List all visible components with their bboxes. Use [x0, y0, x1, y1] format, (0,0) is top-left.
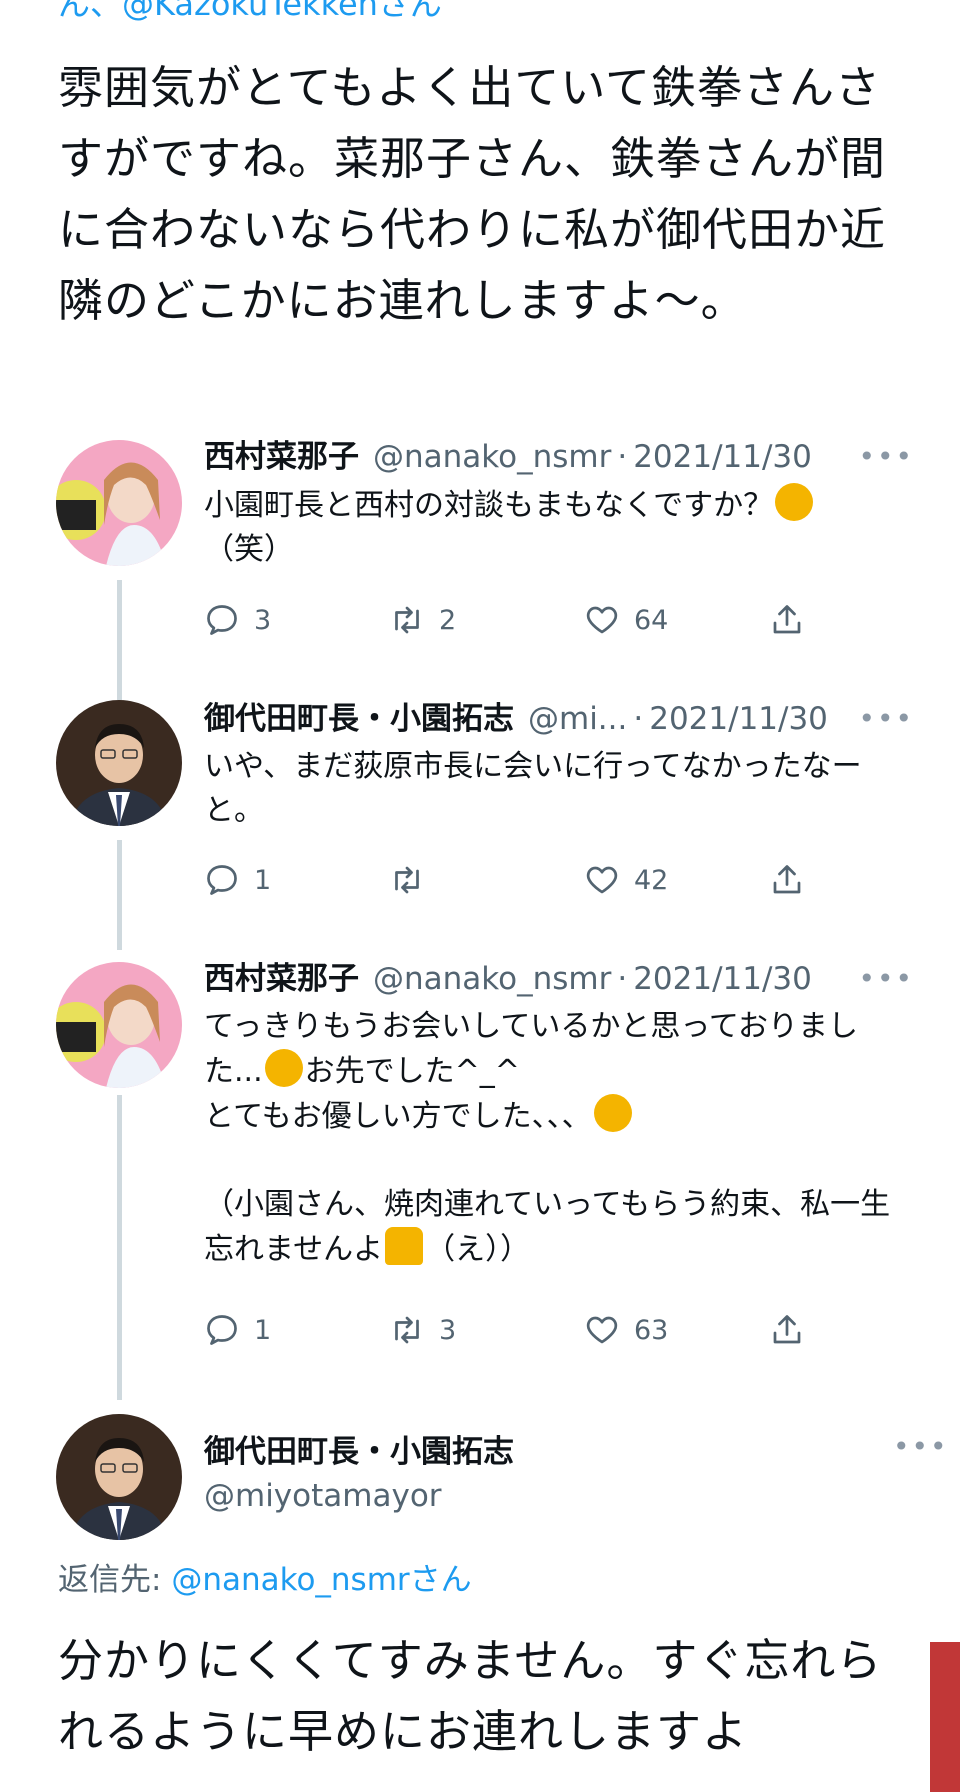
author-handle[interactable]: @miyotamayor — [204, 1474, 514, 1518]
like-button[interactable]: 63 — [584, 1308, 668, 1352]
author-handle[interactable]: @nanako_nsmr — [373, 961, 611, 997]
reply-text: 小園町長と西村の対談もまもなくですか？ （笑） — [204, 483, 914, 572]
author-name[interactable]: 御代田町長・小園拓志 — [204, 701, 514, 737]
avatar-image — [56, 1414, 182, 1540]
thread-line — [117, 840, 122, 950]
retweet-icon — [395, 1316, 419, 1344]
avatar[interactable] — [56, 1414, 182, 1540]
reply-icon — [207, 865, 237, 895]
author-name[interactable]: 御代田町長・小園拓志 — [204, 1430, 514, 1474]
reply-button[interactable]: 1 — [204, 858, 271, 902]
retweet-count: 3 — [439, 1314, 457, 1346]
retweet-icon — [395, 606, 419, 634]
main-tweet-author[interactable]: 御代田町長・小園拓志 @miyotamayor — [204, 1430, 514, 1518]
scrollbar-thumb[interactable] — [930, 1642, 960, 1792]
replying-to-label: 返信先: — [58, 1562, 162, 1598]
avatar[interactable] — [56, 440, 182, 566]
reply-tweet[interactable]: 御代田町長・小園拓志 @mi... · 2021/11/30 ••• いや、まだ荻原市… — [204, 697, 914, 833]
like-count: 64 — [634, 604, 669, 636]
reply-count: 3 — [254, 604, 272, 636]
more-options-icon[interactable]: ••• — [858, 957, 914, 1001]
reply-tweet[interactable]: 西村菜那子 @nanako_nsmr · 2021/11/30 ••• 小園町長と西村… — [204, 435, 914, 572]
replying-to-handle[interactable]: @nanako_nsmr — [171, 1562, 409, 1598]
more-options-icon[interactable]: ••• — [858, 435, 914, 479]
share-button[interactable] — [769, 598, 819, 642]
replying-to-suffix: さん — [409, 1562, 472, 1598]
reply-text: いや、まだ荻原市長に会いに行ってなかったなーと。 — [204, 749, 862, 828]
tweet-date[interactable]: 2021/11/30 — [649, 701, 828, 737]
pleading-face-icon — [264, 1049, 303, 1087]
tweet-actions: 1 42 — [204, 858, 824, 902]
loudly-crying-face-icon — [593, 1094, 632, 1132]
author-name[interactable]: 西村菜那子 — [204, 439, 359, 475]
share-icon — [773, 605, 801, 634]
top-mention-line[interactable]: ん、@KazokuTekkenさん — [58, 0, 442, 24]
main-tweet-text: 雰囲気がとてもよく出ていて鉄拳さんさすがですね。菜那子さん、鉄拳さんが間に合わな… — [58, 61, 887, 327]
share-icon — [773, 865, 801, 894]
replying-to: 返信先: @nanako_nsmrさん — [58, 1558, 472, 1602]
reply-count: 1 — [254, 1314, 272, 1346]
more-options-icon[interactable]: ••• — [858, 697, 914, 741]
like-count: 63 — [634, 1314, 669, 1346]
separator-dot: · — [617, 439, 628, 475]
like-button[interactable]: 42 — [584, 858, 668, 902]
author-handle[interactable]: @nanako_nsmr — [373, 439, 611, 475]
retweet-button[interactable] — [389, 858, 439, 902]
reply-icon — [207, 605, 237, 635]
share-button[interactable] — [769, 858, 819, 902]
reply-button[interactable]: 3 — [204, 598, 271, 642]
like-button[interactable]: 64 — [584, 598, 668, 642]
avatar-image — [56, 440, 182, 566]
retweet-count: 2 — [439, 604, 457, 636]
tweet-actions: 1 3 63 — [204, 1308, 824, 1352]
retweet-button[interactable]: 3 — [389, 1308, 456, 1352]
share-icon — [773, 1315, 801, 1344]
reply-button[interactable]: 1 — [204, 1308, 271, 1352]
reply-count: 1 — [254, 864, 272, 896]
main-tweet-body: 分かりにくくてすみません。すぐ忘れられるように早めにお連れしますよ — [58, 1634, 883, 1758]
like-count: 42 — [634, 864, 669, 896]
avatar-image — [56, 700, 182, 826]
heart-icon — [586, 1316, 618, 1344]
reply-tweet[interactable]: 西村菜那子 @nanako_nsmr · 2021/11/30 ••• てっきりもうお… — [204, 957, 914, 1272]
reply-icon — [207, 1315, 237, 1345]
retweet-button[interactable]: 2 — [389, 598, 456, 642]
share-button[interactable] — [769, 1308, 819, 1352]
tweet-actions: 3 2 64 — [204, 598, 824, 642]
separator-dot: · — [633, 701, 644, 737]
tweet-date[interactable]: 2021/11/30 — [633, 961, 812, 997]
reply-text: てっきりもうお会いしているかと思っておりました... お先でした^_^ とてもお優し… — [204, 1009, 891, 1267]
raising-hands-icon — [385, 1227, 424, 1265]
avatar[interactable] — [56, 700, 182, 826]
author-handle[interactable]: @mi... — [528, 701, 627, 737]
more-options-icon[interactable]: ••• — [893, 1430, 960, 1463]
tweet-date[interactable]: 2021/11/30 — [633, 439, 812, 475]
thinking-face-icon — [775, 483, 814, 521]
heart-icon — [586, 866, 618, 894]
separator-dot: · — [617, 961, 628, 997]
thread-line — [117, 1095, 122, 1400]
avatar[interactable] — [56, 962, 182, 1088]
retweet-icon — [395, 866, 419, 894]
heart-icon — [586, 606, 618, 634]
avatar-image — [56, 962, 182, 1088]
author-name[interactable]: 西村菜那子 — [204, 961, 359, 997]
thread-line — [117, 580, 122, 700]
